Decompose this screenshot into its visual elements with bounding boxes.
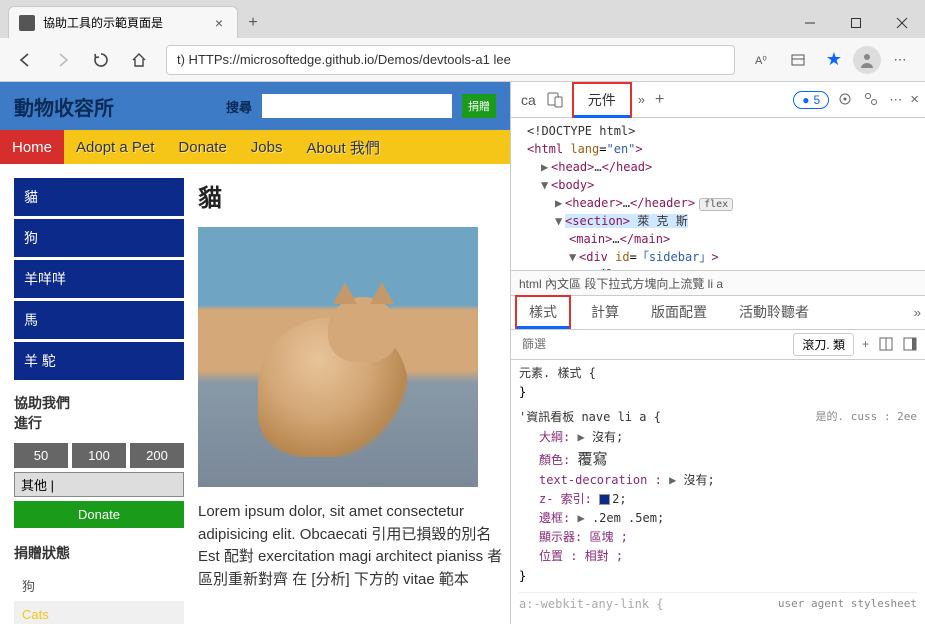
more-menu-icon[interactable]: ⋯ [883, 43, 917, 77]
hover-toggle[interactable]: 滾刀. 類 [793, 333, 854, 356]
window-controls [787, 8, 925, 38]
titlebar: 協助工具的示範頁面是 × + [0, 0, 925, 38]
url-bar[interactable]: t) HTTPs://microsoftedge.github.io/Demos… [166, 45, 735, 75]
home-button[interactable] [122, 43, 156, 77]
devtools-more-icon[interactable]: ⋯ [889, 92, 902, 108]
sidebar-link-cats[interactable]: 貓 [14, 178, 184, 216]
profile-avatar[interactable] [853, 46, 881, 74]
amount-50[interactable]: 50 [14, 443, 68, 468]
nav-home[interactable]: Home [0, 130, 64, 164]
browser-tab[interactable]: 協助工具的示範頁面是 × [8, 6, 238, 38]
close-window-button[interactable] [879, 8, 925, 38]
sidebar-link-horse[interactable]: 馬 [14, 301, 184, 339]
devtools-panel: ca 元件 » + ● 5 ⋯ × <!DOCTYPE html> <html … [510, 82, 925, 624]
tab-elements[interactable]: 元件 [572, 82, 632, 118]
amount-100[interactable]: 100 [72, 443, 126, 468]
sidebar-link-alpaca[interactable]: 羊 駝 [14, 342, 184, 380]
amount-other-input[interactable] [14, 472, 184, 497]
main-text: Lorem ipsum dolor, sit amet consectetur … [198, 501, 506, 591]
devtools-prefix: ca [517, 92, 540, 108]
search-input[interactable] [262, 94, 452, 118]
toolbar: t) HTTPs://microsoftedge.github.io/Demos… [0, 38, 925, 82]
page-header: 動物收容所 搜尋 捐贈 [0, 82, 510, 130]
status-item-dogs[interactable]: 狗 [14, 570, 184, 601]
styles-tabs: 樣式 計算 版面配置 活動聆聽者 » [511, 296, 925, 330]
devtools-tabs: ca 元件 » + ● 5 ⋯ × [511, 82, 925, 118]
refresh-button[interactable] [84, 43, 118, 77]
minimize-button[interactable] [787, 8, 833, 38]
customize-icon[interactable] [863, 91, 881, 109]
tab-title: 協助工具的示範頁面是 [43, 14, 203, 31]
page-title: 貓 [198, 178, 506, 213]
read-aloud-icon[interactable]: A⁰ [745, 43, 779, 77]
favorite-star-icon[interactable]: ★ [817, 43, 851, 77]
nav-about[interactable]: About 我們 [294, 130, 391, 164]
devtools-close-icon[interactable]: × [910, 91, 919, 108]
main-nav: Home Adopt a Pet Donate Jobs About 我們 [0, 130, 510, 164]
flexbox-editor-icon[interactable] [879, 337, 893, 351]
tab-close-icon[interactable]: × [211, 15, 227, 31]
search-label: 搜尋 [226, 97, 252, 116]
back-button[interactable] [8, 43, 42, 77]
sidebar-link-dogs[interactable]: 狗 [14, 219, 184, 257]
site-logo: 動物收容所 [14, 92, 114, 121]
svg-text:A⁰: A⁰ [755, 55, 767, 67]
new-rule-icon[interactable]: + [862, 337, 869, 351]
amount-200[interactable]: 200 [130, 443, 184, 468]
styles-pane[interactable]: 元素. 樣式 {} 是的. cuss : 2ee '資訊看板 nave li a… [511, 360, 925, 624]
page-viewport: 動物收容所 搜尋 捐贈 Home Adopt a Pet Donate Jobs… [0, 82, 510, 624]
tab-favicon [19, 15, 35, 31]
collections-icon[interactable] [781, 43, 815, 77]
toggle-sidebar-icon[interactable] [903, 337, 917, 351]
nav-adopt[interactable]: Adopt a Pet [64, 130, 166, 164]
main-column: 貓 Lorem ipsum dolor, sit amet consectetu… [198, 178, 506, 624]
settings-gear-icon[interactable] [837, 91, 855, 109]
breadcrumb[interactable]: html 內文區 段下拉式方塊向上流覽 li a [511, 270, 925, 296]
sidebar-link-sheep[interactable]: 羊咩咩 [14, 260, 184, 298]
nav-jobs[interactable]: Jobs [239, 130, 295, 164]
add-tab-icon[interactable]: + [651, 91, 668, 109]
tab-listeners[interactable]: 活動聆聽者 [727, 297, 821, 327]
styles-overflow-icon[interactable]: » [914, 305, 921, 320]
donation-status-heading: 捐贈狀態 [14, 544, 184, 564]
tab-layout[interactable]: 版面配置 [639, 297, 719, 327]
donate-button-small[interactable]: 捐贈 [462, 94, 496, 118]
url-text: t) HTTPs://microsoftedge.github.io/Demos… [177, 52, 511, 67]
tab-computed[interactable]: 計算 [579, 297, 631, 327]
issues-badge[interactable]: ● 5 [793, 91, 829, 109]
maximize-button[interactable] [833, 8, 879, 38]
status-item-cats[interactable]: Cats [14, 601, 184, 624]
cat-image [198, 227, 478, 487]
help-heading: 協助我們 進行 [14, 394, 184, 433]
forward-button[interactable] [46, 43, 80, 77]
device-toggle-icon[interactable] [546, 90, 566, 110]
page-sidebar: 貓 狗 羊咩咩 馬 羊 駝 協助我們 進行 50 100 200 Donate … [14, 178, 184, 624]
tab-styles[interactable]: 樣式 [515, 295, 571, 329]
tabs-overflow-icon[interactable]: » [638, 92, 645, 107]
styles-filter-bar: 滾刀. 類 + [511, 330, 925, 360]
nav-donate[interactable]: Donate [166, 130, 238, 164]
styles-filter-input[interactable] [519, 334, 785, 354]
donate-button-large[interactable]: Donate [14, 501, 184, 528]
new-tab-button[interactable]: + [238, 8, 268, 38]
dom-tree[interactable]: <!DOCTYPE html> <html lang="en"> ▶<head>… [511, 118, 925, 270]
